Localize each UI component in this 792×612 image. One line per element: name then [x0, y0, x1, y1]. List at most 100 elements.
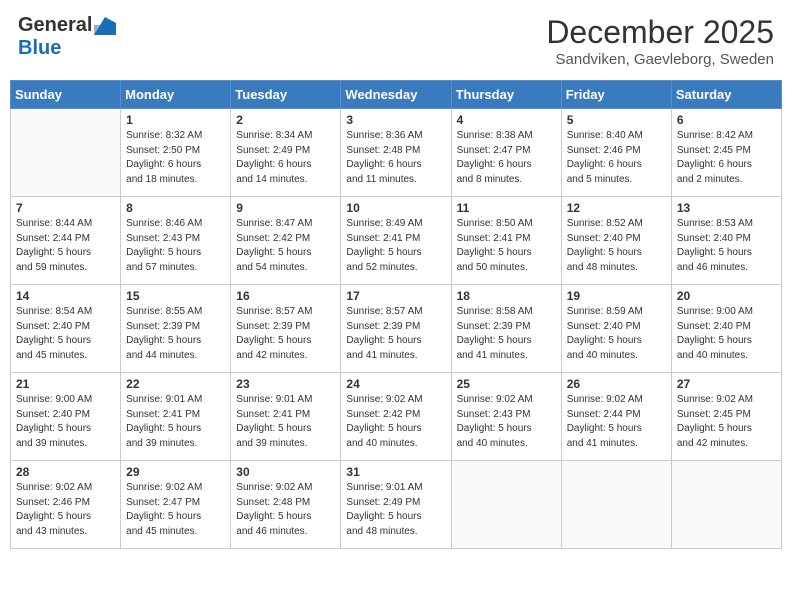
column-header-wednesday: Wednesday	[341, 81, 451, 109]
title-area: December 2025 Sandviken, Gaevleborg, Swe…	[546, 14, 774, 68]
day-info: Sunrise: 8:53 AM Sunset: 2:40 PM Dayligh…	[677, 217, 776, 275]
day-info: Sunrise: 9:01 AM Sunset: 2:41 PM Dayligh…	[236, 393, 335, 451]
day-info: Sunrise: 8:36 AM Sunset: 2:48 PM Dayligh…	[346, 129, 445, 187]
calendar-cell: 21 Sunrise: 9:00 AM Sunset: 2:40 PM Dayli…	[11, 373, 121, 461]
column-header-thursday: Thursday	[451, 81, 561, 109]
week-row-3: 14Sunrise: 8:54 AM Sunset: 2:40 PM Dayli…	[11, 285, 782, 373]
calendar-cell: 13Sunrise: 8:53 AM Sunset: 2:40 PM Dayli…	[671, 197, 781, 285]
month-title: December 2025	[546, 14, 774, 51]
day-number: 4	[457, 113, 556, 127]
calendar-cell: 30Sunrise: 9:02 AM Sunset: 2:48 PM Dayli…	[231, 461, 341, 549]
logo-blue-text: Blue	[18, 37, 61, 60]
day-number: 9	[236, 201, 335, 215]
calendar-cell: 15 Sunrise: 8:55 AM Sunset: 2:39 PM Dayli…	[121, 285, 231, 373]
page-header: General Blue December 2025 Sandviken, Ga…	[10, 10, 782, 72]
logo-icon	[94, 17, 116, 35]
column-header-friday: Friday	[561, 81, 671, 109]
day-info: Sunrise: 8:34 AM Sunset: 2:49 PM Dayligh…	[236, 129, 335, 187]
day-info: Sunrise: 9:02 AM Sunset: 2:44 PM Dayligh…	[567, 393, 666, 451]
calendar-cell	[11, 109, 121, 197]
day-info: Sunrise: 9:02 AM Sunset: 2:46 PM Dayligh…	[16, 481, 115, 539]
calendar-cell	[671, 461, 781, 549]
week-row-1: 1 Sunrise: 8:32 AM Sunset: 2:50 PM Daylig…	[11, 109, 782, 197]
calendar-cell: 22 Sunrise: 9:01 AM Sunset: 2:41 PM Dayli…	[121, 373, 231, 461]
calendar-cell: 7Sunrise: 8:44 AM Sunset: 2:44 PM Daylig…	[11, 197, 121, 285]
day-info: Sunrise: 8:47 AM Sunset: 2:42 PM Dayligh…	[236, 217, 335, 275]
day-number: 15	[126, 289, 225, 303]
day-info: Sunrise: 9:02 AM Sunset: 2:45 PM Dayligh…	[677, 393, 776, 451]
day-number: 28	[16, 465, 115, 479]
day-number: 24	[346, 377, 445, 391]
day-info: Sunrise: 8:57 AM Sunset: 2:39 PM Dayligh…	[236, 305, 335, 363]
logo-general-text: General	[18, 14, 92, 37]
day-number: 26	[567, 377, 666, 391]
day-info: Sunrise: 8:49 AM Sunset: 2:41 PM Dayligh…	[346, 217, 445, 275]
day-number: 5	[567, 113, 666, 127]
day-number: 31	[346, 465, 445, 479]
day-info: Sunrise: 8:38 AM Sunset: 2:47 PM Dayligh…	[457, 129, 556, 187]
calendar-cell: 25 Sunrise: 9:02 AM Sunset: 2:43 PM Dayli…	[451, 373, 561, 461]
day-number: 27	[677, 377, 776, 391]
day-info: Sunrise: 9:02 AM Sunset: 2:42 PM Dayligh…	[346, 393, 445, 451]
day-number: 25	[457, 377, 556, 391]
day-number: 16	[236, 289, 335, 303]
calendar-cell: 12 Sunrise: 8:52 AM Sunset: 2:40 PM Dayli…	[561, 197, 671, 285]
calendar-cell: 16 Sunrise: 8:57 AM Sunset: 2:39 PM Dayli…	[231, 285, 341, 373]
calendar-cell: 3 Sunrise: 8:36 AM Sunset: 2:48 PM Daylig…	[341, 109, 451, 197]
day-number: 6	[677, 113, 776, 127]
calendar-cell: 28 Sunrise: 9:02 AM Sunset: 2:46 PM Dayli…	[11, 461, 121, 549]
day-number: 10	[346, 201, 445, 215]
day-info: Sunrise: 8:55 AM Sunset: 2:39 PM Dayligh…	[126, 305, 225, 363]
column-header-sunday: Sunday	[11, 81, 121, 109]
week-row-5: 28 Sunrise: 9:02 AM Sunset: 2:46 PM Dayli…	[11, 461, 782, 549]
calendar-cell: 1 Sunrise: 8:32 AM Sunset: 2:50 PM Daylig…	[121, 109, 231, 197]
day-number: 19	[567, 289, 666, 303]
column-header-monday: Monday	[121, 81, 231, 109]
day-number: 20	[677, 289, 776, 303]
calendar-cell: 20 Sunrise: 9:00 AM Sunset: 2:40 PM Dayli…	[671, 285, 781, 373]
day-number: 3	[346, 113, 445, 127]
day-info: Sunrise: 8:50 AM Sunset: 2:41 PM Dayligh…	[457, 217, 556, 275]
calendar-cell: 19 Sunrise: 8:59 AM Sunset: 2:40 PM Dayli…	[561, 285, 671, 373]
day-info: Sunrise: 8:46 AM Sunset: 2:43 PM Dayligh…	[126, 217, 225, 275]
day-number: 22	[126, 377, 225, 391]
day-number: 1	[126, 113, 225, 127]
day-info: Sunrise: 8:59 AM Sunset: 2:40 PM Dayligh…	[567, 305, 666, 363]
column-header-tuesday: Tuesday	[231, 81, 341, 109]
calendar-cell: 9 Sunrise: 8:47 AM Sunset: 2:42 PM Daylig…	[231, 197, 341, 285]
day-number: 12	[567, 201, 666, 215]
calendar-cell: 29 Sunrise: 9:02 AM Sunset: 2:47 PM Dayli…	[121, 461, 231, 549]
calendar-header-row: SundayMondayTuesdayWednesdayThursdayFrid…	[11, 81, 782, 109]
calendar-cell: 23Sunrise: 9:01 AM Sunset: 2:41 PM Dayli…	[231, 373, 341, 461]
day-info: Sunrise: 8:58 AM Sunset: 2:39 PM Dayligh…	[457, 305, 556, 363]
day-number: 7	[16, 201, 115, 215]
calendar-cell	[561, 461, 671, 549]
calendar-cell: 5 Sunrise: 8:40 AM Sunset: 2:46 PM Daylig…	[561, 109, 671, 197]
calendar-cell: 11 Sunrise: 8:50 AM Sunset: 2:41 PM Dayli…	[451, 197, 561, 285]
day-number: 18	[457, 289, 556, 303]
calendar-cell: 17 Sunrise: 8:57 AM Sunset: 2:39 PM Dayli…	[341, 285, 451, 373]
day-info: Sunrise: 9:02 AM Sunset: 2:48 PM Dayligh…	[236, 481, 335, 539]
day-info: Sunrise: 9:00 AM Sunset: 2:40 PM Dayligh…	[677, 305, 776, 363]
day-info: Sunrise: 9:02 AM Sunset: 2:47 PM Dayligh…	[126, 481, 225, 539]
location-subtitle: Sandviken, Gaevleborg, Sweden	[546, 51, 774, 68]
calendar-cell: 4 Sunrise: 8:38 AM Sunset: 2:47 PM Daylig…	[451, 109, 561, 197]
day-number: 8	[126, 201, 225, 215]
week-row-2: 7Sunrise: 8:44 AM Sunset: 2:44 PM Daylig…	[11, 197, 782, 285]
calendar-cell: 10 Sunrise: 8:49 AM Sunset: 2:41 PM Dayli…	[341, 197, 451, 285]
day-info: Sunrise: 9:00 AM Sunset: 2:40 PM Dayligh…	[16, 393, 115, 451]
day-info: Sunrise: 8:57 AM Sunset: 2:39 PM Dayligh…	[346, 305, 445, 363]
day-info: Sunrise: 9:01 AM Sunset: 2:41 PM Dayligh…	[126, 393, 225, 451]
day-number: 21	[16, 377, 115, 391]
day-number: 17	[346, 289, 445, 303]
day-info: Sunrise: 8:52 AM Sunset: 2:40 PM Dayligh…	[567, 217, 666, 275]
calendar-cell: 26 Sunrise: 9:02 AM Sunset: 2:44 PM Dayli…	[561, 373, 671, 461]
day-info: Sunrise: 8:40 AM Sunset: 2:46 PM Dayligh…	[567, 129, 666, 187]
day-info: Sunrise: 8:32 AM Sunset: 2:50 PM Dayligh…	[126, 129, 225, 187]
day-info: Sunrise: 9:02 AM Sunset: 2:43 PM Dayligh…	[457, 393, 556, 451]
calendar-cell: 18 Sunrise: 8:58 AM Sunset: 2:39 PM Dayli…	[451, 285, 561, 373]
day-number: 29	[126, 465, 225, 479]
calendar-cell: 24 Sunrise: 9:02 AM Sunset: 2:42 PM Dayli…	[341, 373, 451, 461]
day-number: 11	[457, 201, 556, 215]
calendar-cell: 2Sunrise: 8:34 AM Sunset: 2:49 PM Daylig…	[231, 109, 341, 197]
